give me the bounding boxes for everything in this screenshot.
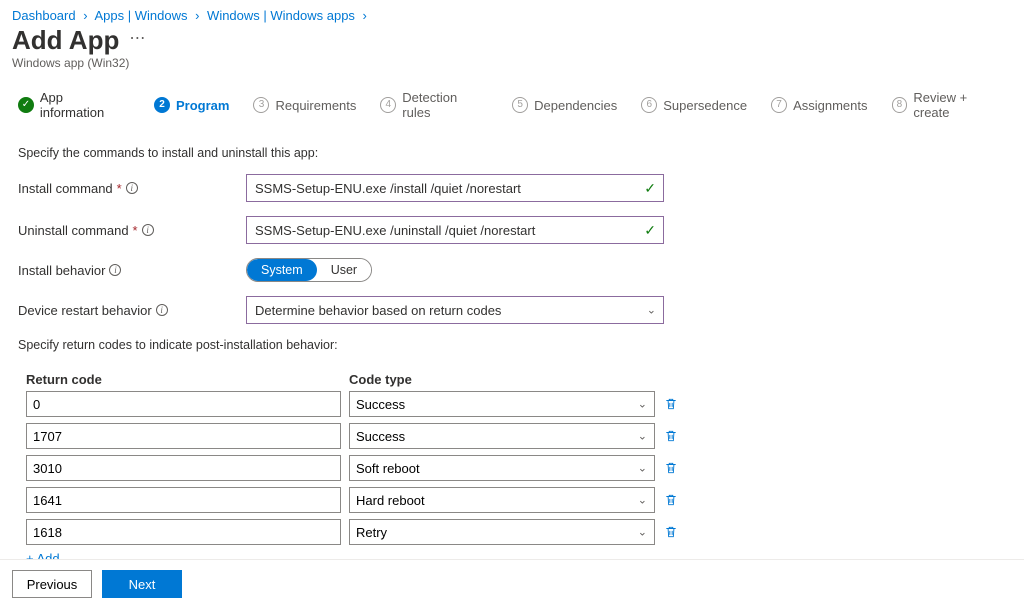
check-icon: ✓: [644, 223, 656, 237]
table-row: ⌄: [18, 391, 1006, 417]
page-title: Add App: [12, 25, 119, 56]
return-code-input[interactable]: [26, 391, 341, 417]
code-type-select[interactable]: [349, 455, 655, 481]
check-icon: ✓: [644, 181, 656, 195]
trash-icon: [664, 397, 678, 411]
install-command-label: Install command: [18, 181, 113, 196]
previous-button[interactable]: Previous: [12, 570, 92, 598]
return-code-input[interactable]: [26, 455, 341, 481]
table-row: ⌄: [18, 519, 1006, 545]
step-label: Supersedence: [663, 98, 747, 113]
delete-row-button[interactable]: [663, 492, 679, 508]
step-supersedence[interactable]: 6 Supersedence: [641, 90, 747, 120]
install-behavior-system[interactable]: System: [247, 259, 317, 281]
next-button[interactable]: Next: [102, 570, 182, 598]
info-icon[interactable]: [142, 224, 154, 236]
table-row: ⌄: [18, 455, 1006, 481]
step-detection-rules[interactable]: 4 Detection rules: [380, 90, 488, 120]
step-review-create[interactable]: 8 Review + create: [892, 90, 1007, 120]
trash-icon: [664, 493, 678, 507]
step-label: Dependencies: [534, 98, 617, 113]
return-codes-intro: Specify return codes to indicate post-in…: [18, 338, 1006, 352]
device-restart-label: Device restart behavior: [18, 303, 152, 318]
section-intro: Specify the commands to install and unin…: [18, 146, 1006, 160]
code-type-select[interactable]: [349, 519, 655, 545]
info-icon[interactable]: [109, 264, 121, 276]
info-icon[interactable]: [126, 182, 138, 194]
chevron-right-icon: ›: [79, 8, 91, 23]
step-number-badge: 5: [512, 97, 528, 113]
chevron-right-icon: ›: [359, 8, 371, 23]
step-dependencies[interactable]: 5 Dependencies: [512, 90, 617, 120]
breadcrumb-apps-windows[interactable]: Apps | Windows: [94, 8, 187, 23]
step-assignments[interactable]: 7 Assignments: [771, 90, 867, 120]
uninstall-command-input[interactable]: [246, 216, 664, 244]
step-number-badge: 6: [641, 97, 657, 113]
page-subtitle: Windows app (Win32): [0, 56, 1024, 90]
step-number-badge: 3: [253, 97, 269, 113]
required-indicator: *: [133, 223, 138, 238]
delete-row-button[interactable]: [663, 396, 679, 412]
return-codes-table: Return code Code type ⌄ ⌄: [18, 366, 1006, 566]
wizard-steps: App information 2 Program 3 Requirements…: [0, 90, 1024, 134]
step-label: Detection rules: [402, 90, 488, 120]
required-indicator: *: [117, 181, 122, 196]
table-row: ⌄: [18, 423, 1006, 449]
trash-icon: [664, 429, 678, 443]
step-label: Review + create: [913, 90, 1006, 120]
code-type-header: Code type: [349, 372, 655, 387]
table-row: ⌄: [18, 487, 1006, 513]
step-label: Assignments: [793, 98, 867, 113]
install-behavior-user[interactable]: User: [317, 259, 371, 281]
step-requirements[interactable]: 3 Requirements: [253, 90, 356, 120]
delete-row-button[interactable]: [663, 428, 679, 444]
return-code-header: Return code: [26, 372, 349, 387]
step-number-badge: 2: [154, 97, 170, 113]
code-type-select[interactable]: [349, 423, 655, 449]
delete-row-button[interactable]: [663, 460, 679, 476]
device-restart-select[interactable]: [246, 296, 664, 324]
uninstall-command-label: Uninstall command: [18, 223, 129, 238]
step-label: Program: [176, 98, 229, 113]
step-number-badge: 8: [892, 97, 908, 113]
step-program[interactable]: 2 Program: [154, 90, 229, 120]
chevron-right-icon: ›: [191, 8, 203, 23]
more-options-button[interactable]: ⋯: [129, 28, 145, 54]
breadcrumb-windows-apps[interactable]: Windows | Windows apps: [207, 8, 355, 23]
install-command-input[interactable]: [246, 174, 664, 202]
trash-icon: [664, 461, 678, 475]
return-code-input[interactable]: [26, 423, 341, 449]
check-icon: [18, 97, 34, 113]
trash-icon: [664, 525, 678, 539]
wizard-footer: Previous Next: [0, 559, 1024, 608]
return-code-input[interactable]: [26, 487, 341, 513]
step-label: App information: [40, 90, 130, 120]
breadcrumb: Dashboard › Apps | Windows › Windows | W…: [0, 0, 1024, 25]
step-number-badge: 4: [380, 97, 396, 113]
breadcrumb-dashboard[interactable]: Dashboard: [12, 8, 76, 23]
return-code-input[interactable]: [26, 519, 341, 545]
install-behavior-toggle: System User: [246, 258, 372, 282]
code-type-select[interactable]: [349, 391, 655, 417]
step-app-information[interactable]: App information: [18, 90, 130, 120]
code-type-select[interactable]: [349, 487, 655, 513]
step-number-badge: 7: [771, 97, 787, 113]
step-label: Requirements: [275, 98, 356, 113]
info-icon[interactable]: [156, 304, 168, 316]
delete-row-button[interactable]: [663, 524, 679, 540]
install-behavior-label: Install behavior: [18, 263, 105, 278]
